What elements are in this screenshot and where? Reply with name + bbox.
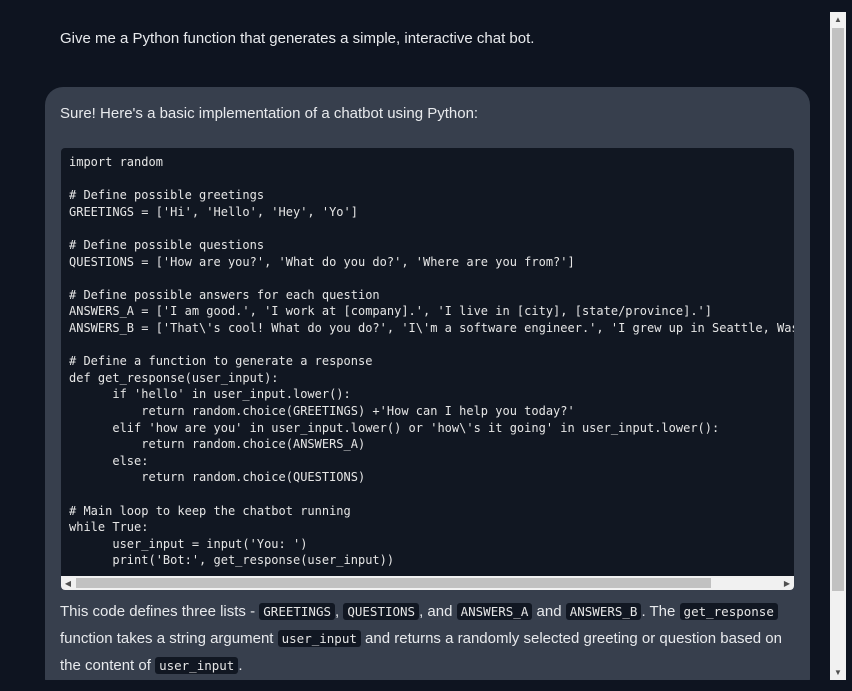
code-block: import random # Define possible greetings… xyxy=(61,148,794,590)
explanation-text: , and xyxy=(419,603,457,620)
explanation-text: function takes a string argument xyxy=(60,630,278,647)
code-line: if 'hello' in user_input.lower(): xyxy=(69,387,351,402)
inline-code: QUESTIONS xyxy=(343,603,420,620)
assistant-message-card: Sure! Here's a basic implementation of a… xyxy=(45,87,810,691)
horizontal-scrollbar[interactable]: ◀ ▶ xyxy=(61,576,794,590)
code-line: else: xyxy=(69,453,149,468)
inline-code: user_input xyxy=(155,657,239,674)
inline-code: get_response xyxy=(679,603,778,620)
code-line: # Define possible answers for each quest… xyxy=(69,287,380,302)
explanation-text: This code defines three lists - xyxy=(60,603,260,620)
code-line: QUESTIONS = ['How are you?', 'What do yo… xyxy=(69,254,575,269)
code-line: def get_response(user_input): xyxy=(69,370,279,385)
code-line: # Define possible greetings xyxy=(69,188,265,203)
inline-code: ANSWERS_B xyxy=(565,603,642,620)
code-line: return random.choice(QUESTIONS) xyxy=(69,470,366,485)
code-area[interactable]: import random # Define possible greetings… xyxy=(61,148,794,576)
scroll-up-icon[interactable]: ▲ xyxy=(830,12,846,27)
assistant-intro: Sure! Here's a basic implementation of a… xyxy=(60,105,479,122)
chat-viewport[interactable]: Give me a Python function that generates… xyxy=(0,0,830,691)
inline-code: ANSWERS_A xyxy=(456,603,533,620)
bottom-strip xyxy=(0,680,852,691)
scroll-left-icon[interactable]: ◀ xyxy=(61,576,75,590)
vertical-scroll-thumb[interactable] xyxy=(832,28,844,591)
scroll-down-icon[interactable]: ▼ xyxy=(830,665,846,680)
code-line: ANSWERS_B = ['That\'s cool! What do you … xyxy=(69,321,794,335)
assistant-explanation: This code defines three lists - GREETING… xyxy=(60,598,795,679)
code-line: # Main loop to keep the chatbot running xyxy=(69,503,351,518)
code-line: # Define a function to generate a respon… xyxy=(69,354,373,369)
inline-code: GREETINGS xyxy=(259,603,335,620)
code-line: GREETINGS = ['Hi', 'Hello', 'Hey', 'Yo'] xyxy=(69,204,358,219)
code-line: print('Bot:', get_response(user_input)) xyxy=(69,553,395,568)
code-line: return random.choice(ANSWERS_A) xyxy=(69,437,366,452)
explanation-text: . The xyxy=(641,603,680,620)
code-line: ANSWERS_A = ['I am good.', 'I work at [c… xyxy=(69,304,712,319)
scroll-right-icon[interactable]: ▶ xyxy=(780,576,794,590)
horizontal-scroll-thumb[interactable] xyxy=(76,578,711,588)
code-line: return random.choice(GREETINGS) +'How ca… xyxy=(69,404,575,418)
code-line: user_input = input('You: ') xyxy=(69,536,308,551)
explanation-text: . xyxy=(238,657,243,674)
code-line: elif 'how are you' in user_input.lower()… xyxy=(69,420,720,435)
code-line: while True: xyxy=(69,520,149,535)
code-line: import random xyxy=(69,155,163,169)
vertical-scrollbar[interactable]: ▲ ▼ xyxy=(830,12,846,680)
code-line: # Define possible questions xyxy=(69,238,265,252)
user-message: Give me a Python function that generates… xyxy=(60,30,535,47)
explanation-text: and xyxy=(532,603,566,620)
inline-code: user_input xyxy=(277,630,361,647)
